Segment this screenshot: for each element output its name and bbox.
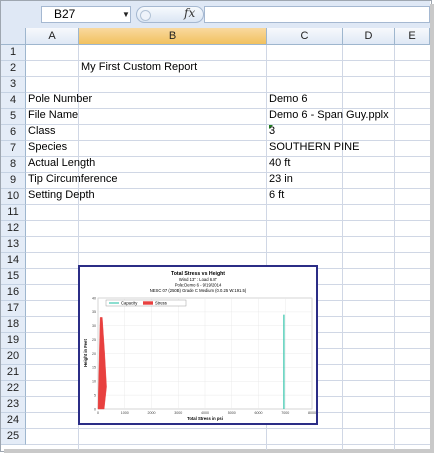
y-tick-label: 25 (92, 338, 96, 342)
y-axis-label: Height in Feet (83, 339, 88, 367)
row-header-2[interactable]: 2 (1, 61, 26, 77)
x-tick-label: 3000 (174, 411, 182, 415)
x-tick-label: 6000 (255, 411, 263, 415)
field-value-tip-circumference: 23 in (269, 173, 293, 185)
field-value-species: SOUTHERN PINE (269, 141, 360, 153)
field-value-actual-length: 40 ft (269, 157, 291, 169)
y-tick-label: 5 (94, 393, 96, 397)
report-title: My First Custom Report (81, 61, 198, 73)
legend-stress-label: Stress (155, 301, 167, 306)
window-shadow-right (430, 4, 434, 453)
chart-subtitle-1: Wind 13" : Load 6.8" (179, 277, 218, 282)
row-header-22[interactable]: 22 (1, 381, 26, 397)
formula-controls: fx (136, 6, 204, 23)
row-header-7[interactable]: 7 (1, 141, 26, 157)
row-header-10[interactable]: 10 (1, 189, 26, 205)
y-tick-label: 20 (92, 352, 96, 356)
chart-subtitle-2: Pole:Demo 6 - 9/19/2014 (175, 283, 222, 288)
legend-capacity-label: Capacity (121, 301, 138, 306)
field-label-actual-length: Actual Length (28, 157, 96, 169)
y-tick-label: 40 (92, 296, 96, 300)
row-header-4[interactable]: 4 (1, 93, 26, 109)
row-header-16[interactable]: 16 (1, 285, 26, 301)
chart-legend: Capacity Stress (105, 299, 187, 307)
row-header-11[interactable]: 11 (1, 205, 26, 221)
row-header-17[interactable]: 17 (1, 301, 26, 317)
row-header-13[interactable]: 13 (1, 237, 26, 253)
field-label-tip-circumference: Tip Circumference (28, 173, 118, 185)
row-header-1[interactable]: 1 (1, 45, 26, 61)
stress-chart-svg: Total Stress vs Height Wind 13" : Load 6… (83, 271, 316, 421)
row-header-8[interactable]: 8 (1, 157, 26, 173)
formula-bar: B27 ▼ fx (1, 1, 430, 29)
row-header-18[interactable]: 18 (1, 317, 26, 333)
x-axis-label: Total Stress in psi (187, 416, 223, 421)
column-header-b[interactable]: B (79, 28, 267, 45)
y-tick-label: 35 (92, 310, 96, 314)
chart-subtitle-3: NESC 07 (250B) Grade C Medium (0.0.25 W:… (150, 288, 247, 293)
field-label-class: Class (28, 125, 56, 137)
row-header-23[interactable]: 23 (1, 397, 26, 413)
stress-chart[interactable]: Total Stress vs Height Wind 13" : Load 6… (78, 265, 318, 425)
column-header-d[interactable]: D (343, 28, 395, 45)
row-header-15[interactable]: 15 (1, 269, 26, 285)
insert-function-button[interactable]: fx (184, 6, 195, 20)
select-all-corner[interactable] (1, 28, 26, 45)
column-header-c[interactable]: C (267, 28, 343, 45)
field-value-file-name: Demo 6 - Span Guy.pplx (269, 109, 389, 121)
row-header-19[interactable]: 19 (1, 333, 26, 349)
x-tick-label: 5000 (228, 411, 236, 415)
x-tick-label: 8000 (308, 411, 316, 415)
field-label-setting-depth: Setting Depth (28, 189, 95, 201)
row-header-21[interactable]: 21 (1, 365, 26, 381)
legend-stress-swatch (143, 301, 153, 305)
row-header-25[interactable]: 25 (1, 429, 26, 445)
field-label-pole-number: Pole Number (28, 93, 93, 105)
row-header-9[interactable]: 9 (1, 173, 26, 189)
expand-handle-icon[interactable] (140, 10, 151, 21)
y-tick-label: 15 (92, 366, 96, 370)
row-header-20[interactable]: 20 (1, 349, 26, 365)
y-tick-labels: 0 5 10 15 20 25 30 35 40 (92, 296, 96, 411)
x-tick-label: 7000 (281, 411, 289, 415)
y-tick-label: 10 (92, 380, 96, 384)
column-header-a[interactable]: A (26, 28, 79, 45)
x-tick-labels: 0 1000 2000 3000 4000 5000 6000 7000 8000 (97, 411, 316, 415)
formula-input[interactable] (204, 6, 430, 23)
field-label-species: Species (28, 141, 68, 153)
field-value-setting-depth: 6 ft (269, 189, 285, 201)
x-tick-label: 1000 (121, 411, 129, 415)
field-value-pole-number: Demo 6 (269, 93, 308, 105)
x-tick-label: 2000 (148, 411, 156, 415)
x-tick-label: 0 (97, 411, 99, 415)
row-header-14[interactable]: 14 (1, 253, 26, 269)
row-header-3[interactable]: 3 (1, 77, 26, 93)
field-label-file-name: File Name (28, 109, 79, 121)
error-indicator-icon[interactable] (269, 125, 273, 129)
row-header-6[interactable]: 6 (1, 125, 26, 141)
x-tick-label: 4000 (201, 411, 209, 415)
row-header-12[interactable]: 12 (1, 221, 26, 237)
y-tick-label: 0 (94, 407, 96, 411)
name-box-dropdown-icon[interactable]: ▼ (121, 6, 131, 23)
column-header-e[interactable]: E (395, 28, 430, 45)
name-box[interactable]: B27 (41, 6, 131, 23)
row-header-5[interactable]: 5 (1, 109, 26, 125)
y-tick-label: 30 (92, 324, 96, 328)
row-header-24[interactable]: 24 (1, 413, 26, 429)
